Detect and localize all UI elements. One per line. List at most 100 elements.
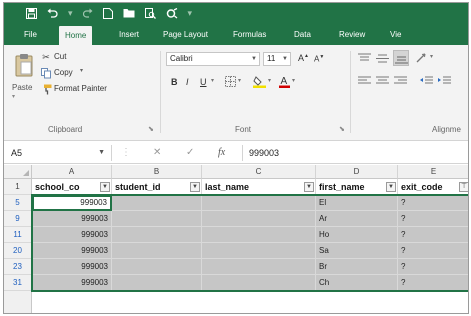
- table-cell[interactable]: ?: [398, 275, 468, 291]
- copy-button[interactable]: Copy: [54, 68, 73, 77]
- tab-data[interactable]: Data: [294, 23, 311, 45]
- tab-insert[interactable]: Insert: [119, 23, 139, 45]
- save-icon[interactable]: [26, 7, 37, 19]
- table-cell[interactable]: 999003: [32, 195, 112, 211]
- align-bottom-icon[interactable]: [393, 50, 409, 66]
- select-all-button[interactable]: [4, 165, 32, 179]
- table-cell[interactable]: [112, 275, 202, 291]
- align-center-icon[interactable]: [375, 75, 389, 87]
- format-painter-button[interactable]: Format Painter: [54, 84, 107, 93]
- align-left-icon[interactable]: [357, 75, 371, 87]
- table-cell[interactable]: Ar: [316, 211, 398, 227]
- copy-dropdown-icon[interactable]: ▾: [80, 67, 83, 74]
- name-box[interactable]: A5 ▼: [8, 145, 112, 161]
- table-cell[interactable]: ?: [398, 227, 468, 243]
- column-header-d[interactable]: D: [316, 165, 398, 179]
- tab-home[interactable]: Home: [59, 26, 93, 45]
- table-cell[interactable]: 999003: [32, 243, 112, 259]
- header-cell-last-name[interactable]: last_name: [202, 179, 316, 195]
- fill-color-icon[interactable]: [252, 74, 266, 88]
- column-header-b[interactable]: B: [112, 165, 202, 179]
- underline-button[interactable]: U: [200, 77, 207, 87]
- filter-applied-icon[interactable]: ⊤: [459, 182, 468, 192]
- table-cell[interactable]: Br: [316, 259, 398, 275]
- column-header-a[interactable]: A: [32, 165, 112, 179]
- table-cell[interactable]: [112, 259, 202, 275]
- table-cell[interactable]: [112, 227, 202, 243]
- row-header[interactable]: 1: [4, 179, 32, 195]
- borders-dropdown-icon[interactable]: ▾: [238, 77, 241, 84]
- paste-dropdown-icon[interactable]: ▾: [12, 93, 15, 100]
- undo-dropdown-icon[interactable]: ▾: [68, 3, 73, 23]
- paste-icon[interactable]: [14, 51, 34, 79]
- table-cell[interactable]: [112, 211, 202, 227]
- table-cell[interactable]: [202, 195, 316, 211]
- tab-review[interactable]: Review: [339, 23, 365, 45]
- filter-dropdown-icon[interactable]: ▼: [190, 182, 200, 192]
- fill-color-dropdown-icon[interactable]: ▾: [268, 77, 271, 84]
- underline-dropdown-icon[interactable]: ▾: [211, 77, 214, 84]
- filter-dropdown-icon[interactable]: ▼: [304, 182, 314, 192]
- table-cell[interactable]: [202, 259, 316, 275]
- table-cell[interactable]: ?: [398, 195, 468, 211]
- table-cell[interactable]: 999003: [32, 227, 112, 243]
- confirm-entry-icon[interactable]: ✓: [186, 145, 194, 161]
- filter-dropdown-icon[interactable]: ▼: [386, 182, 396, 192]
- undo-icon[interactable]: [47, 8, 58, 18]
- table-cell[interactable]: 999003: [32, 275, 112, 291]
- cut-button[interactable]: Cut: [54, 52, 66, 61]
- italic-button[interactable]: I: [186, 77, 189, 87]
- header-cell-student-id[interactable]: student_id: [112, 179, 202, 195]
- grow-font-icon[interactable]: A▲: [298, 53, 309, 63]
- align-middle-icon[interactable]: [375, 51, 389, 65]
- row-header[interactable]: 20: [4, 243, 32, 259]
- table-cell[interactable]: Sa: [316, 243, 398, 259]
- column-header-c[interactable]: C: [202, 165, 316, 179]
- tab-view[interactable]: Vie: [390, 23, 401, 45]
- open-folder-icon[interactable]: [123, 8, 135, 18]
- font-size-select[interactable]: 11 ▼: [263, 52, 291, 66]
- table-cell[interactable]: [202, 227, 316, 243]
- bold-button[interactable]: B: [171, 77, 178, 87]
- table-cell[interactable]: [202, 243, 316, 259]
- filter-dropdown-icon[interactable]: ▼: [100, 182, 110, 192]
- row-header[interactable]: 23: [4, 259, 32, 275]
- font-name-select[interactable]: Calibri ▼: [166, 52, 260, 66]
- insert-function-button[interactable]: fx: [218, 145, 225, 161]
- table-cell[interactable]: ?: [398, 211, 468, 227]
- formula-input[interactable]: 999003: [242, 145, 466, 161]
- align-right-icon[interactable]: [393, 75, 407, 87]
- increase-indent-icon[interactable]: [437, 75, 451, 87]
- clipboard-launcher-icon[interactable]: ⬊: [148, 125, 154, 133]
- row-header[interactable]: [4, 291, 32, 313]
- customize-icon[interactable]: [166, 7, 178, 19]
- tab-page-layout[interactable]: Page Layout: [163, 23, 208, 45]
- cancel-entry-icon[interactable]: ✕: [153, 145, 161, 161]
- table-cell[interactable]: [202, 275, 316, 291]
- paste-button[interactable]: Paste: [12, 83, 32, 92]
- align-top-icon[interactable]: [357, 51, 371, 65]
- new-file-icon[interactable]: [102, 7, 113, 19]
- table-cell[interactable]: El: [316, 195, 398, 211]
- font-color-dropdown-icon[interactable]: ▾: [292, 77, 295, 84]
- tab-file[interactable]: File: [24, 23, 37, 45]
- shrink-font-icon[interactable]: A▼: [314, 54, 324, 64]
- borders-icon[interactable]: [224, 75, 236, 87]
- decrease-indent-icon[interactable]: [419, 75, 433, 87]
- table-cell[interactable]: ?: [398, 243, 468, 259]
- table-cell[interactable]: [202, 211, 316, 227]
- orientation-dropdown-icon[interactable]: ▾: [430, 53, 433, 60]
- table-cell[interactable]: 999003: [32, 211, 112, 227]
- font-launcher-icon[interactable]: ⬊: [339, 125, 345, 133]
- copy-icon[interactable]: [40, 67, 52, 79]
- table-cell[interactable]: ?: [398, 259, 468, 275]
- row-header[interactable]: 31: [4, 275, 32, 291]
- format-painter-icon[interactable]: [40, 83, 52, 95]
- redo-icon[interactable]: [82, 8, 93, 18]
- row-header[interactable]: 11: [4, 227, 32, 243]
- column-header-e[interactable]: E: [398, 165, 468, 179]
- tab-formulas[interactable]: Formulas: [233, 23, 266, 45]
- row-header[interactable]: 9: [4, 211, 32, 227]
- cut-icon[interactable]: ✂: [40, 51, 52, 63]
- table-cell[interactable]: Ho: [316, 227, 398, 243]
